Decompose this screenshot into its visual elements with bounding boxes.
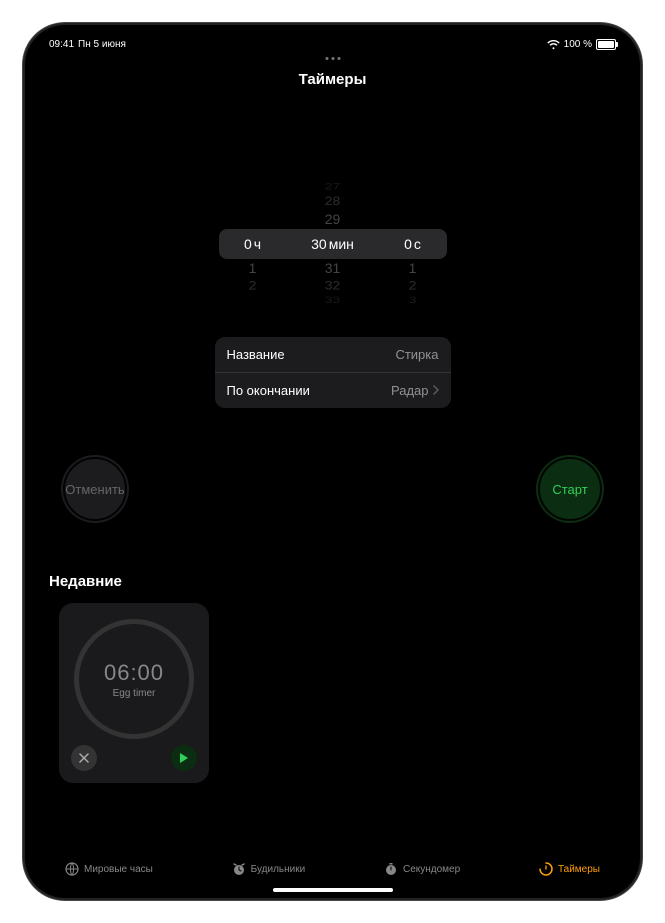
start-button[interactable]: Старт [536, 455, 604, 523]
status-time: 09:41 [49, 39, 74, 50]
recent-delete-button[interactable] [71, 745, 97, 771]
tab-timers[interactable]: Таймеры [539, 862, 600, 876]
home-indicator[interactable] [273, 888, 393, 892]
duration-picker[interactable]: 0ч 1 2 27 28 29 30мин 31 32 33 0с 1 2 3 [213, 175, 453, 315]
status-date: Пн 5 июня [78, 39, 126, 50]
multitask-menu[interactable] [325, 57, 340, 60]
picker-seconds[interactable]: 0с 1 2 3 [373, 175, 453, 315]
picker-hours[interactable]: 0ч 1 2 [213, 175, 293, 315]
picker-minutes[interactable]: 27 28 29 30мин 31 32 33 [293, 175, 373, 315]
stopwatch-icon [384, 862, 398, 876]
option-end-sound[interactable]: По окончании Радар [215, 373, 451, 408]
battery-pct: 100 % [564, 39, 592, 50]
status-bar: 09:41 Пн 5 июня 100 % [49, 39, 616, 50]
chevron-right-icon [433, 383, 439, 398]
option-end-value: Радар [391, 383, 429, 398]
recent-start-button[interactable] [171, 745, 197, 771]
tab-stopwatch[interactable]: Секундомер [384, 862, 460, 876]
battery-icon [596, 39, 616, 50]
recent-label: Egg timer [113, 688, 156, 699]
tab-bar: Мировые часы Будильники Секундомер Тайме… [65, 862, 600, 876]
ipad-screen: 09:41 Пн 5 июня 100 % Таймеры 0ч 1 2 27 … [25, 25, 640, 898]
wifi-icon [547, 40, 560, 50]
alarm-icon [232, 862, 246, 876]
recent-dial: 06:00 Egg timer [74, 619, 194, 739]
option-name[interactable]: Название Стирка [215, 337, 451, 373]
globe-icon [65, 862, 79, 876]
tab-world-clock[interactable]: Мировые часы [65, 862, 153, 876]
timer-options: Название Стирка По окончании Радар [215, 337, 451, 408]
tab-alarms[interactable]: Будильники [232, 862, 306, 876]
page-title: Таймеры [25, 71, 640, 88]
recent-timer-tile[interactable]: 06:00 Egg timer [59, 603, 209, 783]
recent-time: 06:00 [104, 660, 164, 686]
recent-header: Недавние [49, 573, 122, 590]
close-icon [79, 753, 89, 763]
cancel-button[interactable]: Отменить [61, 455, 129, 523]
play-icon [179, 752, 189, 764]
option-name-value: Стирка [395, 347, 438, 362]
option-end-label: По окончании [227, 383, 310, 398]
timer-icon [539, 862, 553, 876]
option-name-label: Название [227, 347, 285, 362]
